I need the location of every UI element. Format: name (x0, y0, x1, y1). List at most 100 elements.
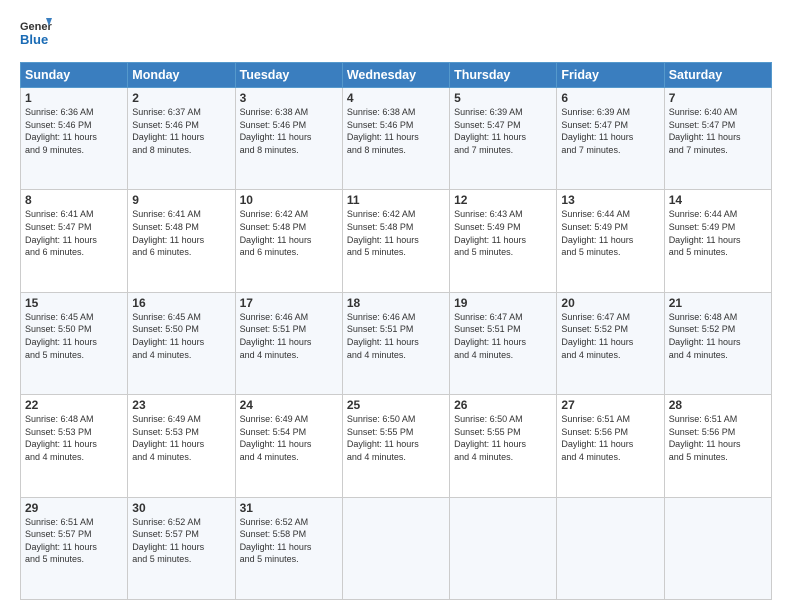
day-number: 27 (561, 398, 659, 412)
day-cell-19: 19 Sunrise: 6:47 AMSunset: 5:51 PMDaylig… (450, 292, 557, 394)
day-number: 16 (132, 296, 230, 310)
day-number: 21 (669, 296, 767, 310)
day-number: 28 (669, 398, 767, 412)
day-cell-18: 18 Sunrise: 6:46 AMSunset: 5:51 PMDaylig… (342, 292, 449, 394)
day-number: 24 (240, 398, 338, 412)
day-number: 14 (669, 193, 767, 207)
day-info: Sunrise: 6:48 AMSunset: 5:52 PMDaylight:… (669, 311, 767, 361)
header-friday: Friday (557, 63, 664, 88)
header-monday: Monday (128, 63, 235, 88)
day-number: 20 (561, 296, 659, 310)
day-info: Sunrise: 6:44 AMSunset: 5:49 PMDaylight:… (561, 208, 659, 258)
day-info: Sunrise: 6:51 AMSunset: 5:56 PMDaylight:… (561, 413, 659, 463)
header-tuesday: Tuesday (235, 63, 342, 88)
day-cell-2: 2 Sunrise: 6:37 AMSunset: 5:46 PMDayligh… (128, 88, 235, 190)
day-cell-28: 28 Sunrise: 6:51 AMSunset: 5:56 PMDaylig… (664, 395, 771, 497)
header-sunday: Sunday (21, 63, 128, 88)
week-row-3: 15 Sunrise: 6:45 AMSunset: 5:50 PMDaylig… (21, 292, 772, 394)
day-number: 19 (454, 296, 552, 310)
day-number: 26 (454, 398, 552, 412)
day-cell-20: 20 Sunrise: 6:47 AMSunset: 5:52 PMDaylig… (557, 292, 664, 394)
day-cell-21: 21 Sunrise: 6:48 AMSunset: 5:52 PMDaylig… (664, 292, 771, 394)
day-cell-31: 31 Sunrise: 6:52 AMSunset: 5:58 PMDaylig… (235, 497, 342, 599)
day-cell-11: 11 Sunrise: 6:42 AMSunset: 5:48 PMDaylig… (342, 190, 449, 292)
day-info: Sunrise: 6:45 AMSunset: 5:50 PMDaylight:… (132, 311, 230, 361)
day-number: 23 (132, 398, 230, 412)
header-saturday: Saturday (664, 63, 771, 88)
day-number: 15 (25, 296, 123, 310)
day-info: Sunrise: 6:47 AMSunset: 5:52 PMDaylight:… (561, 311, 659, 361)
day-info: Sunrise: 6:51 AMSunset: 5:57 PMDaylight:… (25, 516, 123, 566)
empty-cell (450, 497, 557, 599)
day-number: 8 (25, 193, 123, 207)
empty-cell (342, 497, 449, 599)
day-cell-25: 25 Sunrise: 6:50 AMSunset: 5:55 PMDaylig… (342, 395, 449, 497)
day-number: 13 (561, 193, 659, 207)
day-info: Sunrise: 6:39 AMSunset: 5:47 PMDaylight:… (454, 106, 552, 156)
calendar-header-row: SundayMondayTuesdayWednesdayThursdayFrid… (21, 63, 772, 88)
day-number: 25 (347, 398, 445, 412)
day-info: Sunrise: 6:45 AMSunset: 5:50 PMDaylight:… (25, 311, 123, 361)
day-info: Sunrise: 6:38 AMSunset: 5:46 PMDaylight:… (347, 106, 445, 156)
day-info: Sunrise: 6:41 AMSunset: 5:47 PMDaylight:… (25, 208, 123, 258)
day-info: Sunrise: 6:46 AMSunset: 5:51 PMDaylight:… (347, 311, 445, 361)
day-cell-9: 9 Sunrise: 6:41 AMSunset: 5:48 PMDayligh… (128, 190, 235, 292)
day-number: 6 (561, 91, 659, 105)
day-number: 3 (240, 91, 338, 105)
day-info: Sunrise: 6:37 AMSunset: 5:46 PMDaylight:… (132, 106, 230, 156)
day-cell-10: 10 Sunrise: 6:42 AMSunset: 5:48 PMDaylig… (235, 190, 342, 292)
day-cell-14: 14 Sunrise: 6:44 AMSunset: 5:49 PMDaylig… (664, 190, 771, 292)
day-cell-8: 8 Sunrise: 6:41 AMSunset: 5:47 PMDayligh… (21, 190, 128, 292)
day-number: 30 (132, 501, 230, 515)
day-info: Sunrise: 6:50 AMSunset: 5:55 PMDaylight:… (347, 413, 445, 463)
day-info: Sunrise: 6:42 AMSunset: 5:48 PMDaylight:… (240, 208, 338, 258)
day-number: 12 (454, 193, 552, 207)
day-number: 17 (240, 296, 338, 310)
day-info: Sunrise: 6:49 AMSunset: 5:54 PMDaylight:… (240, 413, 338, 463)
svg-text:Blue: Blue (20, 32, 48, 47)
empty-cell (664, 497, 771, 599)
day-info: Sunrise: 6:44 AMSunset: 5:49 PMDaylight:… (669, 208, 767, 258)
week-row-5: 29 Sunrise: 6:51 AMSunset: 5:57 PMDaylig… (21, 497, 772, 599)
day-info: Sunrise: 6:46 AMSunset: 5:51 PMDaylight:… (240, 311, 338, 361)
day-info: Sunrise: 6:48 AMSunset: 5:53 PMDaylight:… (25, 413, 123, 463)
page: General Blue SundayMondayTuesdayWednesda… (0, 0, 792, 612)
day-info: Sunrise: 6:36 AMSunset: 5:46 PMDaylight:… (25, 106, 123, 156)
day-info: Sunrise: 6:43 AMSunset: 5:49 PMDaylight:… (454, 208, 552, 258)
logo-icon: General Blue (20, 16, 52, 52)
day-cell-5: 5 Sunrise: 6:39 AMSunset: 5:47 PMDayligh… (450, 88, 557, 190)
day-number: 5 (454, 91, 552, 105)
day-number: 22 (25, 398, 123, 412)
day-cell-7: 7 Sunrise: 6:40 AMSunset: 5:47 PMDayligh… (664, 88, 771, 190)
day-cell-27: 27 Sunrise: 6:51 AMSunset: 5:56 PMDaylig… (557, 395, 664, 497)
day-cell-23: 23 Sunrise: 6:49 AMSunset: 5:53 PMDaylig… (128, 395, 235, 497)
day-cell-24: 24 Sunrise: 6:49 AMSunset: 5:54 PMDaylig… (235, 395, 342, 497)
day-cell-12: 12 Sunrise: 6:43 AMSunset: 5:49 PMDaylig… (450, 190, 557, 292)
day-info: Sunrise: 6:38 AMSunset: 5:46 PMDaylight:… (240, 106, 338, 156)
day-cell-26: 26 Sunrise: 6:50 AMSunset: 5:55 PMDaylig… (450, 395, 557, 497)
header: General Blue (20, 16, 772, 52)
day-cell-17: 17 Sunrise: 6:46 AMSunset: 5:51 PMDaylig… (235, 292, 342, 394)
day-number: 10 (240, 193, 338, 207)
calendar: SundayMondayTuesdayWednesdayThursdayFrid… (20, 62, 772, 600)
day-info: Sunrise: 6:52 AMSunset: 5:57 PMDaylight:… (132, 516, 230, 566)
day-info: Sunrise: 6:47 AMSunset: 5:51 PMDaylight:… (454, 311, 552, 361)
day-info: Sunrise: 6:51 AMSunset: 5:56 PMDaylight:… (669, 413, 767, 463)
day-number: 31 (240, 501, 338, 515)
day-info: Sunrise: 6:42 AMSunset: 5:48 PMDaylight:… (347, 208, 445, 258)
day-info: Sunrise: 6:39 AMSunset: 5:47 PMDaylight:… (561, 106, 659, 156)
day-number: 11 (347, 193, 445, 207)
day-info: Sunrise: 6:49 AMSunset: 5:53 PMDaylight:… (132, 413, 230, 463)
day-number: 1 (25, 91, 123, 105)
day-info: Sunrise: 6:52 AMSunset: 5:58 PMDaylight:… (240, 516, 338, 566)
day-cell-4: 4 Sunrise: 6:38 AMSunset: 5:46 PMDayligh… (342, 88, 449, 190)
day-cell-6: 6 Sunrise: 6:39 AMSunset: 5:47 PMDayligh… (557, 88, 664, 190)
day-cell-30: 30 Sunrise: 6:52 AMSunset: 5:57 PMDaylig… (128, 497, 235, 599)
day-number: 18 (347, 296, 445, 310)
day-number: 7 (669, 91, 767, 105)
day-number: 9 (132, 193, 230, 207)
day-cell-16: 16 Sunrise: 6:45 AMSunset: 5:50 PMDaylig… (128, 292, 235, 394)
day-cell-1: 1 Sunrise: 6:36 AMSunset: 5:46 PMDayligh… (21, 88, 128, 190)
day-info: Sunrise: 6:41 AMSunset: 5:48 PMDaylight:… (132, 208, 230, 258)
day-info: Sunrise: 6:50 AMSunset: 5:55 PMDaylight:… (454, 413, 552, 463)
